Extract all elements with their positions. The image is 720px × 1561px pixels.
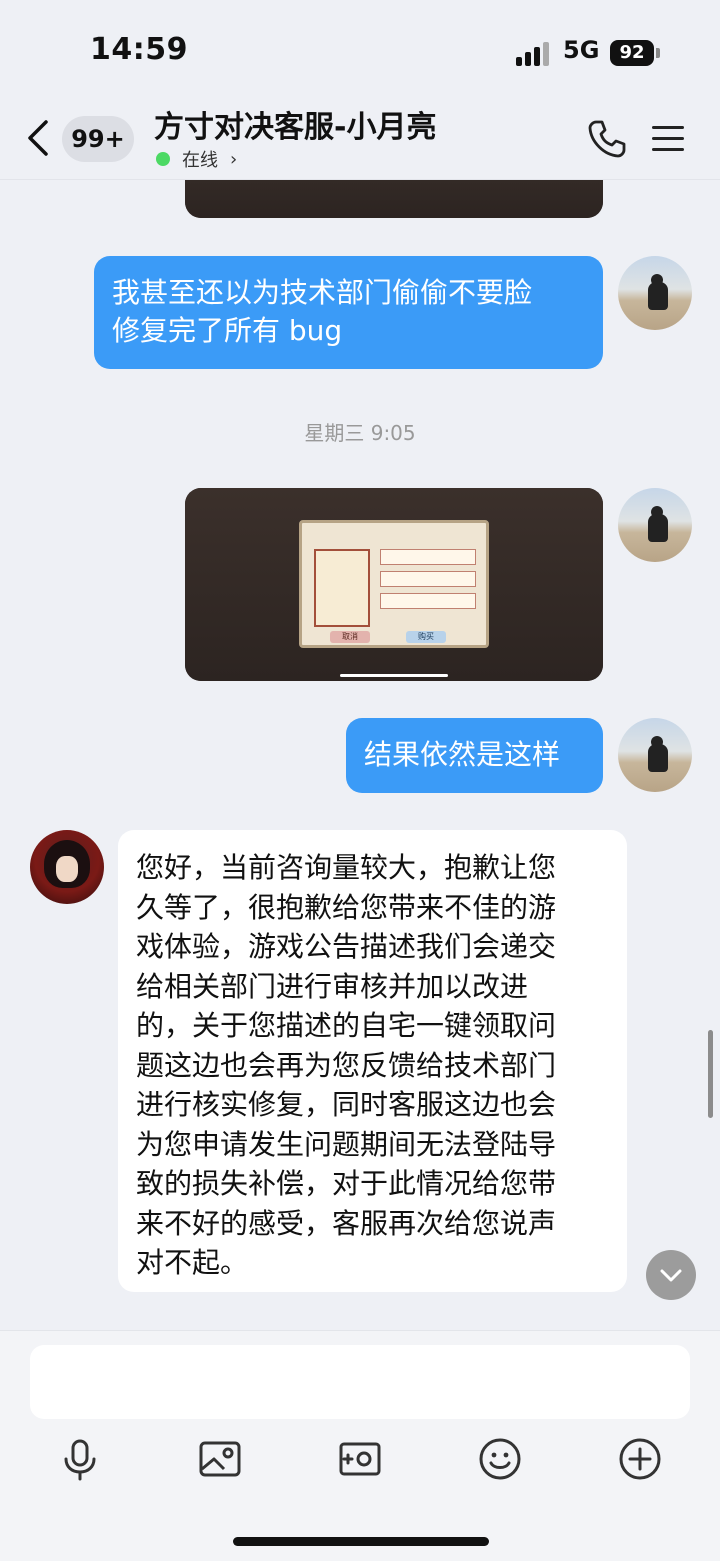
signal-icon [516,40,552,66]
unread-badge[interactable]: 99+ [62,116,134,162]
presence-label: 在线 [182,150,218,171]
online-dot-icon [156,152,170,166]
composer [0,1330,720,1561]
scrollbar[interactable] [708,1030,713,1118]
message-line: 为您申请发生问题期间无法登陆导 [136,1127,557,1161]
emoji-icon[interactable] [476,1435,524,1483]
avatar-figure-body [648,282,668,310]
composer-toolbar [0,1427,720,1497]
message-line: 您好，当前咨询量较大，抱歉让您 [136,851,557,884]
game-item-row [380,549,476,565]
chevron-right-icon: › [230,148,238,170]
image-icon[interactable] [196,1435,244,1483]
message-line: 进行核实修复，同时客服这边也会 [136,1088,557,1121]
incoming-message[interactable]: 您好，当前咨询量较大，抱歉让您 久等了，很抱歉给您带来不佳的游 戏体验，游戏公告… [118,830,627,1292]
game-item-row [380,571,476,587]
chat-header: 99+ 方寸对决客服-小月亮 在线 › [0,100,720,180]
game-home-indicator [340,674,448,677]
image-content [185,180,603,218]
phone-icon[interactable] [586,118,628,160]
menu-icon[interactable] [652,124,686,154]
game-cancel-button: 取消 [330,631,370,643]
message-list[interactable]: 我甚至还以为技术部门偷偷不要脸 修复完了所有 bug 星期三 9:05 取消 购… [0,180,720,1330]
message-line: 我甚至还以为技术部门偷偷不要脸 [112,276,533,309]
camera-icon[interactable] [336,1435,384,1483]
presence-status[interactable]: 在线 › [156,148,238,171]
game-item-scroll [314,549,370,627]
status-time: 14:59 [90,32,188,67]
message-line: 来不好的感受，客服再次给您说声 [136,1206,557,1240]
home-indicator [233,1537,489,1546]
time-separator: 星期三 9:05 [304,421,416,445]
status-bar: 14:59 5G 92 [0,0,720,100]
message-line: 修复完了所有 bug [112,314,343,347]
network-type: 5G [563,36,600,64]
back-icon[interactable] [24,118,54,158]
avatar-figure-body [648,744,668,772]
self-avatar[interactable] [618,256,692,330]
image-message[interactable]: 取消 购买 [185,488,603,681]
battery-icon: 92 [610,40,654,66]
message-line: 给相关部门进行审核并加以改进 [136,969,529,1003]
agent-avatar[interactable] [30,830,104,904]
mic-icon[interactable] [56,1435,104,1483]
message-line: 久等了，很抱歉给您带来不佳的游 [136,890,557,924]
game-item-row [380,593,476,609]
game-purchase-dialog: 取消 购买 [299,520,489,648]
message-line: 的，关于您描述的自宅一键领取问 [136,1009,557,1042]
battery-tip [656,48,660,58]
scroll-to-bottom-button[interactable] [646,1250,696,1300]
message-line: 结果依然是这样 [364,738,561,771]
game-buy-button: 购买 [406,631,446,643]
message-line: 题这边也会再为您反馈给技术部门 [136,1048,557,1082]
outgoing-message[interactable]: 我甚至还以为技术部门偷偷不要脸 修复完了所有 bug [94,256,603,369]
avatar-figure-body [648,514,668,542]
previous-image-message[interactable] [185,180,603,218]
plus-icon[interactable] [616,1435,664,1483]
chat-title: 方寸对决客服-小月亮 [154,110,437,145]
message-line: 对不起。 [136,1246,249,1279]
self-avatar[interactable] [618,488,692,562]
message-line: 戏体验，游戏公告描述我们会递交 [136,930,557,963]
avatar-face [56,856,78,882]
chevron-down-icon [660,1269,682,1282]
self-avatar[interactable] [618,718,692,792]
message-line: 致的损失补偿，对于此情况给您带 [136,1167,557,1200]
outgoing-message[interactable]: 结果依然是这样 [346,718,603,793]
message-input[interactable] [30,1345,690,1419]
